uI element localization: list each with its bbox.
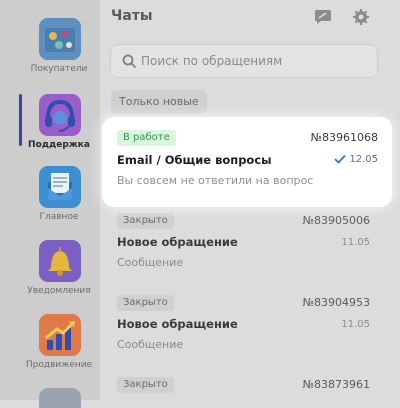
compose-chat-icon[interactable]	[314, 9, 332, 25]
ticket-number: №83873961	[302, 378, 370, 391]
ticket-card-highlighted[interactable]: В работе №83961068 Email / Общие вопросы…	[102, 117, 392, 207]
search-input[interactable]: Поиск по обращениям	[110, 44, 378, 78]
ticket-message: Вы совсем не ответили на вопрос	[117, 174, 314, 187]
sidebar: Покупатели Поддержка Главное Уведомления…	[0, 0, 100, 408]
ticket-title: Новое обращение	[117, 317, 238, 331]
ticket-date: 11.05	[341, 237, 370, 248]
support-headset-icon	[39, 94, 81, 136]
status-badge: Закрыто	[117, 377, 174, 393]
ticket-date: 11.05	[341, 319, 370, 330]
status-badge: Закрыто	[117, 295, 174, 311]
ticket-title: Новое обращение	[117, 235, 238, 249]
active-indicator	[19, 94, 22, 146]
status-badge-in-work: В работе	[117, 130, 176, 146]
gear-icon[interactable]	[352, 9, 370, 25]
search-placeholder: Поиск по обращениям	[141, 54, 283, 68]
customers-icon	[39, 18, 81, 60]
ticket-message: Сообщение	[117, 256, 184, 269]
sidebar-item-partial[interactable]	[39, 388, 81, 408]
ticket-date: 12.05	[349, 154, 378, 165]
filter-new-only[interactable]: Только новые	[111, 90, 207, 114]
ticket-number: №83905006	[302, 214, 370, 227]
ticket-card[interactable]: Закрыто №83873961	[100, 374, 400, 400]
ticket-card[interactable]: Закрыто №83905006 Новое обращение 11.05 …	[100, 210, 400, 280]
growth-chart-icon	[39, 314, 81, 356]
ticket-card[interactable]: Закрыто №83904953 Новое обращение 11.05 …	[100, 292, 400, 362]
envelope-news-icon	[39, 166, 81, 208]
ticket-number: №83904953	[302, 296, 370, 309]
read-check-icon	[334, 154, 346, 164]
bell-icon	[39, 240, 81, 282]
ticket-message: Сообщение	[117, 338, 184, 351]
ticket-title: Email / Общие вопросы	[117, 153, 272, 167]
status-badge: Закрыто	[117, 213, 174, 229]
page-title: Чаты	[111, 8, 153, 24]
search-icon	[122, 54, 137, 69]
ticket-number: №83961068	[310, 131, 378, 144]
